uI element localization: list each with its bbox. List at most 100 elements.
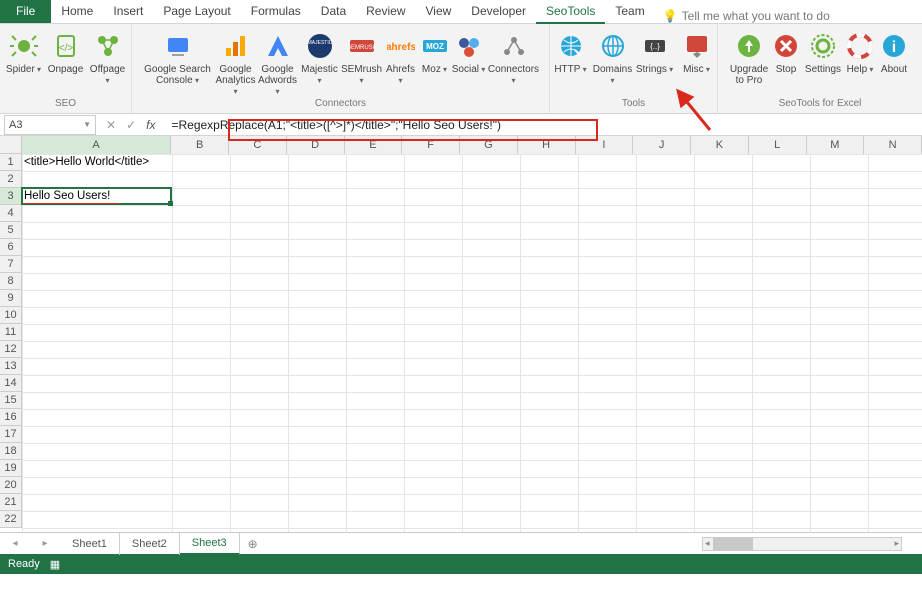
row-header-21[interactable]: 21 xyxy=(0,494,22,511)
annotation-underline xyxy=(23,203,119,204)
domains-button[interactable]: Domains xyxy=(593,30,633,86)
ahrefs-button[interactable]: ahrefs Ahrefs xyxy=(384,30,418,86)
settings-button[interactable]: Settings xyxy=(803,30,843,75)
spider-button[interactable]: Spider xyxy=(4,30,44,75)
row-header-17[interactable]: 17 xyxy=(0,426,22,443)
connectors-icon xyxy=(498,30,530,62)
connectors-label: Connectors xyxy=(488,64,540,86)
home-tab[interactable]: Home xyxy=(51,0,103,23)
http-button[interactable]: HTTP xyxy=(551,30,591,75)
col-header-M[interactable]: M xyxy=(807,136,865,154)
row-header-14[interactable]: 14 xyxy=(0,375,22,392)
row-header-19[interactable]: 19 xyxy=(0,460,22,477)
about-button[interactable]: i About xyxy=(877,30,911,75)
offpage-button[interactable]: Offpage xyxy=(88,30,128,86)
row-header-15[interactable]: 15 xyxy=(0,392,22,409)
sheet-tab-sheet1[interactable]: Sheet1 xyxy=(60,533,120,555)
enter-formula-icon[interactable]: ✓ xyxy=(126,118,136,132)
col-header-B[interactable]: B xyxy=(171,136,229,154)
col-header-N[interactable]: N xyxy=(864,136,922,154)
add-sheet-button[interactable]: ⊕ xyxy=(240,537,266,551)
sheet-tab-sheet2[interactable]: Sheet2 xyxy=(120,533,180,555)
fx-icon[interactable]: fx xyxy=(146,118,155,132)
file-tab[interactable]: File xyxy=(0,0,51,23)
row-header-6[interactable]: 6 xyxy=(0,239,22,256)
row-header-20[interactable]: 20 xyxy=(0,477,22,494)
col-header-J[interactable]: J xyxy=(633,136,691,154)
horizontal-scrollbar[interactable]: ◂ ▸ xyxy=(702,537,902,551)
gsc-button[interactable]: Google Search Console xyxy=(142,30,214,86)
row-header-18[interactable]: 18 xyxy=(0,443,22,460)
row-header-12[interactable]: 12 xyxy=(0,341,22,358)
developer-tab[interactable]: Developer xyxy=(461,0,536,23)
col-header-C[interactable]: C xyxy=(229,136,287,154)
col-header-D[interactable]: D xyxy=(287,136,345,154)
scrollbar-thumb[interactable] xyxy=(713,538,753,550)
row-header-1[interactable]: 1 xyxy=(0,154,22,171)
pagelayout-tab[interactable]: Page Layout xyxy=(153,0,240,23)
gaw-button[interactable]: Google Adwords xyxy=(258,30,298,97)
cell-A1[interactable]: <title>Hello World</title> xyxy=(22,154,149,171)
row-header-5[interactable]: 5 xyxy=(0,222,22,239)
macro-record-icon[interactable]: ▦ xyxy=(50,558,60,571)
ga-icon xyxy=(220,30,252,62)
review-tab[interactable]: Review xyxy=(356,0,415,23)
moz-icon: MOZ xyxy=(419,30,451,62)
sheet-tab-sheet3[interactable]: Sheet3 xyxy=(180,533,240,555)
tell-me-box[interactable]: 💡 Tell me what you want to do xyxy=(663,9,830,23)
stop-button[interactable]: Stop xyxy=(771,30,801,75)
status-ready: Ready xyxy=(8,558,40,570)
name-box[interactable]: A3 ▼ xyxy=(4,115,96,135)
formula-input[interactable]: =RegexpReplace(A1;"<title>([^>]*)</title… xyxy=(165,115,922,135)
row-header-4[interactable]: 4 xyxy=(0,205,22,222)
formulas-tab[interactable]: Formulas xyxy=(241,0,311,23)
row-header-2[interactable]: 2 xyxy=(0,171,22,188)
http-label: HTTP xyxy=(554,64,586,75)
about-icon: i xyxy=(878,30,910,62)
insert-tab[interactable]: Insert xyxy=(103,0,153,23)
sheet-nav[interactable]: ◂▸ xyxy=(0,538,60,549)
col-header-F[interactable]: F xyxy=(402,136,460,154)
data-tab[interactable]: Data xyxy=(311,0,356,23)
cancel-formula-icon[interactable]: ✕ xyxy=(106,118,116,132)
col-header-A[interactable]: A xyxy=(22,136,171,154)
row-header-11[interactable]: 11 xyxy=(0,324,22,341)
col-header-H[interactable]: H xyxy=(518,136,576,154)
team-tab[interactable]: Team xyxy=(605,0,654,23)
offpage-icon xyxy=(92,30,124,62)
upgrade-button[interactable]: Upgrade to Pro xyxy=(729,30,769,86)
row-header-13[interactable]: 13 xyxy=(0,358,22,375)
col-header-I[interactable]: I xyxy=(576,136,634,154)
majestic-button[interactable]: MAJESTIC Majestic xyxy=(300,30,340,86)
semrush-button[interactable]: SEMRUSH SEMrush xyxy=(342,30,382,86)
strings-label: Strings xyxy=(636,64,673,75)
moz-button[interactable]: MOZ Moz xyxy=(420,30,450,75)
onpage-button[interactable]: </> Onpage xyxy=(46,30,86,75)
social-button[interactable]: Social xyxy=(452,30,486,75)
col-header-G[interactable]: G xyxy=(460,136,518,154)
row-header-9[interactable]: 9 xyxy=(0,290,22,307)
col-header-K[interactable]: K xyxy=(691,136,749,154)
connectors-group-label: Connectors xyxy=(315,98,366,111)
select-all-corner[interactable] xyxy=(0,136,22,154)
row-header-22[interactable]: 22 xyxy=(0,511,22,528)
seotoolsforexcel-group-label: SeoTools for Excel xyxy=(779,98,862,111)
row-header-3[interactable]: 3 xyxy=(0,188,22,205)
misc-button[interactable]: Misc xyxy=(677,30,717,75)
row-header-8[interactable]: 8 xyxy=(0,273,22,290)
misc-label: Misc xyxy=(683,64,710,75)
seotools-tab[interactable]: SeoTools xyxy=(536,0,605,23)
col-header-E[interactable]: E xyxy=(345,136,403,154)
col-header-L[interactable]: L xyxy=(749,136,807,154)
majestic-icon: MAJESTIC xyxy=(304,30,336,62)
connectors-button[interactable]: Connectors xyxy=(488,30,540,86)
row-header-10[interactable]: 10 xyxy=(0,307,22,324)
tell-me-text: Tell me what you want to do xyxy=(682,9,830,23)
row-header-7[interactable]: 7 xyxy=(0,256,22,273)
help-button[interactable]: Help xyxy=(845,30,875,75)
view-tab[interactable]: View xyxy=(416,0,462,23)
domains-icon xyxy=(597,30,629,62)
ga-button[interactable]: Google Analytics xyxy=(216,30,256,97)
row-header-16[interactable]: 16 xyxy=(0,409,22,426)
strings-button[interactable]: {..} Strings xyxy=(635,30,675,75)
